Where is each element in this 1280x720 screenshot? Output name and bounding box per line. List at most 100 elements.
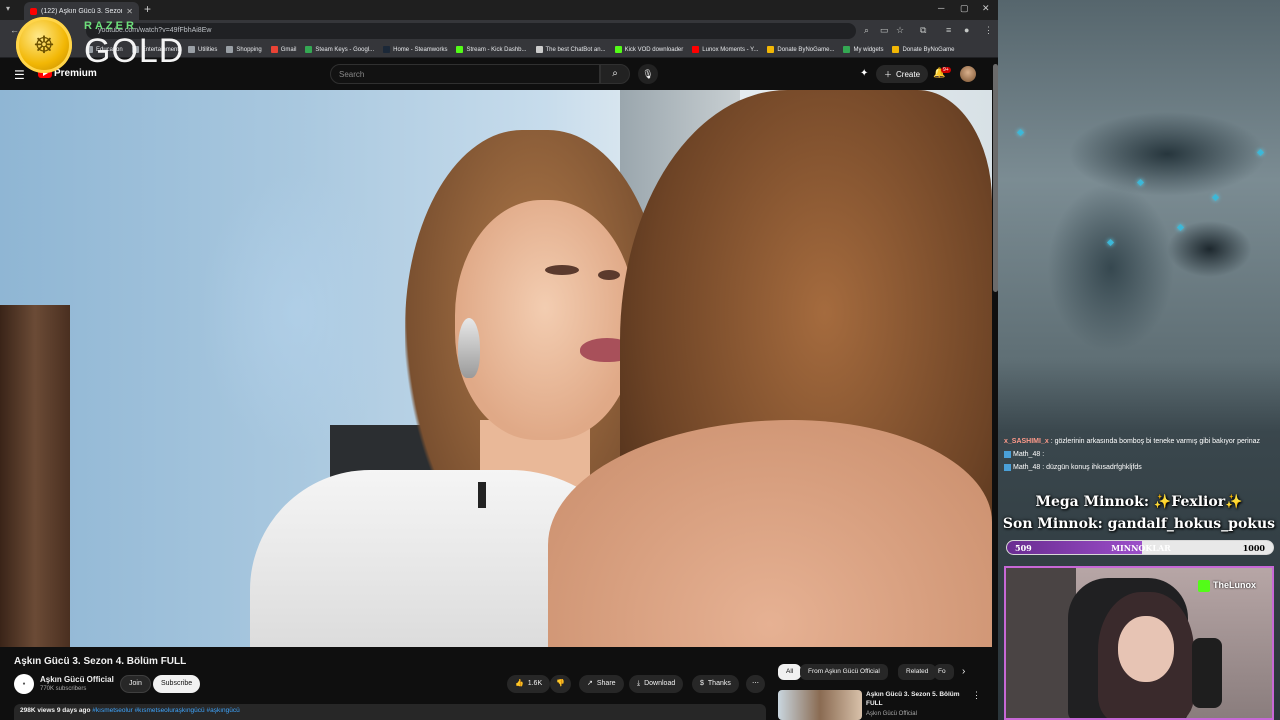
video-title: Aşkın Gücü 3. Sezon 4. Bölüm FULL — [14, 656, 187, 667]
recommendation-thumbnail[interactable] — [778, 690, 862, 720]
son-minnok-text: Son Minnok: gandalf_hokus_pokus — [1002, 516, 1276, 532]
microphone-icon: 🎙 — [642, 69, 654, 79]
bookmark-label: Donate ByNoGame... — [777, 46, 835, 53]
search-button[interactable]: ⌕ — [600, 64, 630, 84]
search-icon: ⌕ — [612, 68, 618, 79]
streamer-face — [1118, 616, 1174, 682]
bookmark-label: Kick VOD downloader — [624, 46, 684, 53]
webcam-frame: TheLunox — [1004, 566, 1274, 720]
reading-list-icon[interactable]: ≡ — [946, 25, 951, 35]
bookmark-label: My widgets — [853, 46, 884, 53]
chat-badge-icon — [1004, 463, 1011, 471]
kick-logo-icon — [1198, 580, 1210, 592]
cast-dots-icon[interactable]: ✦ — [860, 68, 868, 79]
video-player[interactable] — [0, 90, 992, 647]
bookmark-item[interactable]: Home - Steamworks — [383, 46, 447, 53]
earring — [458, 318, 480, 378]
minimize-icon[interactable]: ─ — [938, 3, 944, 13]
close-window-icon[interactable]: ✕ — [982, 3, 990, 14]
browser-window: ▾ (122) Aşkın Gücü 3. Sezon ✕ + ─ ▢ ✕ ← … — [0, 0, 998, 720]
bookmark-favicon-icon — [767, 46, 775, 53]
share-button[interactable]: ↗ Share — [579, 675, 624, 693]
voice-search-button[interactable]: 🎙 — [638, 64, 658, 84]
bookmark-favicon-icon — [270, 46, 278, 53]
bookmark-label: Steam Keys - Googl... — [315, 46, 375, 53]
bookmark-star-icon[interactable]: ☆ — [896, 25, 904, 36]
view-count: 298K views — [20, 707, 56, 714]
bookmark-item[interactable]: Utilities — [188, 46, 217, 53]
filter-chip[interactable]: All — [778, 664, 802, 680]
search-input[interactable]: Search — [330, 64, 600, 84]
browser-menu-icon[interactable]: ⋮ — [984, 25, 993, 36]
chat-message: Math_48 : düzgün konuş ihkısadrfghkljfds — [1004, 462, 1276, 473]
stream-overlay: x_SASHIMI_x : gözlerinin arkasında bombo… — [998, 0, 1280, 720]
youtube-favicon-icon — [30, 7, 37, 15]
more-vertical-icon[interactable]: ⋮ — [972, 690, 981, 701]
bookmark-item[interactable]: Donate ByNoGame — [892, 46, 955, 53]
bookmark-label: Stream - Kick Dashb... — [466, 46, 527, 53]
chat-message: x_SASHIMI_x : gözlerinin arkasında bombo… — [1004, 436, 1276, 447]
download-button[interactable]: ⤓ Download — [629, 675, 684, 693]
more-actions-button[interactable]: ⋯ — [746, 675, 765, 693]
like-button[interactable]: 👍 1.6K — [507, 675, 551, 693]
url-field[interactable]: youtube.com/watch?v=49fFbhAi8Ew — [86, 23, 856, 39]
bookmark-item[interactable]: Gmail — [270, 46, 296, 53]
thanks-button[interactable]: $ Thanks — [692, 675, 739, 693]
close-tab-icon[interactable]: ✕ — [126, 7, 133, 16]
bookmark-favicon-icon — [843, 46, 851, 53]
cast-icon[interactable]: ▭ — [880, 25, 889, 36]
join-button[interactable]: Join — [120, 675, 151, 693]
tab-list-icon[interactable]: ▾ — [6, 4, 10, 13]
bookmark-item[interactable]: Steam Keys - Googl... — [305, 46, 374, 53]
chevron-right-icon[interactable]: › — [962, 666, 965, 677]
bookmark-item[interactable]: Stream - Kick Dashb... — [456, 46, 527, 53]
subscriber-count: 770K subscribers — [40, 686, 87, 692]
description-box[interactable]: 298K views 9 days ago #kısmetseolur #kıs… — [14, 704, 766, 720]
tab-bar: ▾ (122) Aşkın Gücü 3. Sezon ✕ + ─ ▢ ✕ — [0, 0, 998, 20]
filter-chip[interactable]: Related — [898, 664, 937, 680]
stream-chat: x_SASHIMI_x : gözlerinin arkasında bombo… — [1004, 436, 1276, 475]
thanks-icon: $ — [700, 680, 704, 687]
recommendation-channel[interactable]: Aşkın Gücü Official — [866, 711, 917, 717]
bookmark-item[interactable]: Donate ByNoGame... — [767, 46, 834, 53]
channel-name[interactable]: Aşkın Gücü Official — [40, 675, 114, 684]
profile-icon[interactable]: ● — [964, 25, 969, 35]
account-avatar[interactable] — [960, 66, 976, 82]
subscribe-button[interactable]: Subscribe — [153, 675, 201, 693]
left-eye — [545, 265, 579, 275]
chat-text: : düzgün konuş ihkısadrfghkljfds — [1040, 464, 1142, 471]
bookmark-label: Home - Steamworks — [393, 46, 448, 53]
bookmark-item[interactable]: Lunox Moments - Y... — [692, 46, 758, 53]
hashtags[interactable]: #kısmetseolur #kısmetseoluraşkıngücü #aş… — [92, 707, 239, 714]
filter-chip[interactable]: From Aşkın Gücü Official — [800, 664, 888, 680]
thumbs-up-icon: 👍 — [515, 680, 524, 687]
thumbs-down-icon: 👎 — [556, 680, 565, 687]
bookmark-item[interactable]: Shopping — [226, 46, 262, 53]
woman-face — [455, 200, 635, 440]
chat-badge-icon — [1004, 450, 1011, 458]
new-tab-icon[interactable]: + — [144, 2, 151, 16]
channel-avatar[interactable]: ● — [14, 674, 34, 694]
chat-username[interactable]: x_SASHIMI_x — [1004, 438, 1049, 445]
extensions-icon[interactable]: ⧉ — [920, 25, 926, 36]
maximize-icon[interactable]: ▢ — [960, 3, 969, 14]
chat-username[interactable]: Math_48 — [1013, 451, 1040, 458]
recommendation-title[interactable]: Aşkın Gücü 3. Sezon 5. Bölüm FULL — [866, 690, 966, 708]
more-horizontal-icon: ⋯ — [752, 680, 759, 687]
zoom-icon[interactable]: ⌕ — [864, 25, 869, 36]
menu-icon[interactable]: ☰ — [14, 68, 25, 82]
bookmark-item[interactable]: My widgets — [843, 46, 883, 53]
plus-icon: ＋ — [884, 69, 892, 79]
chat-username[interactable]: Math_48 — [1013, 464, 1040, 471]
share-icon: ↗ — [587, 680, 593, 687]
dislike-button[interactable]: 👎 — [550, 675, 571, 693]
bookmark-favicon-icon — [383, 46, 391, 53]
bookmark-label: Lunox Moments - Y... — [702, 46, 759, 53]
bookmark-item[interactable]: The best ChatBot an... — [535, 46, 606, 53]
create-button[interactable]: ＋ Create — [876, 65, 929, 83]
create-label: Create — [896, 69, 921, 79]
bookmark-item[interactable]: Kick VOD downloader — [614, 46, 684, 53]
progress-label: MINNOKLAR — [1111, 543, 1171, 553]
filter-chip[interactable]: Fo — [934, 664, 954, 680]
razer-gold-coin-icon: ☸ — [16, 17, 72, 73]
